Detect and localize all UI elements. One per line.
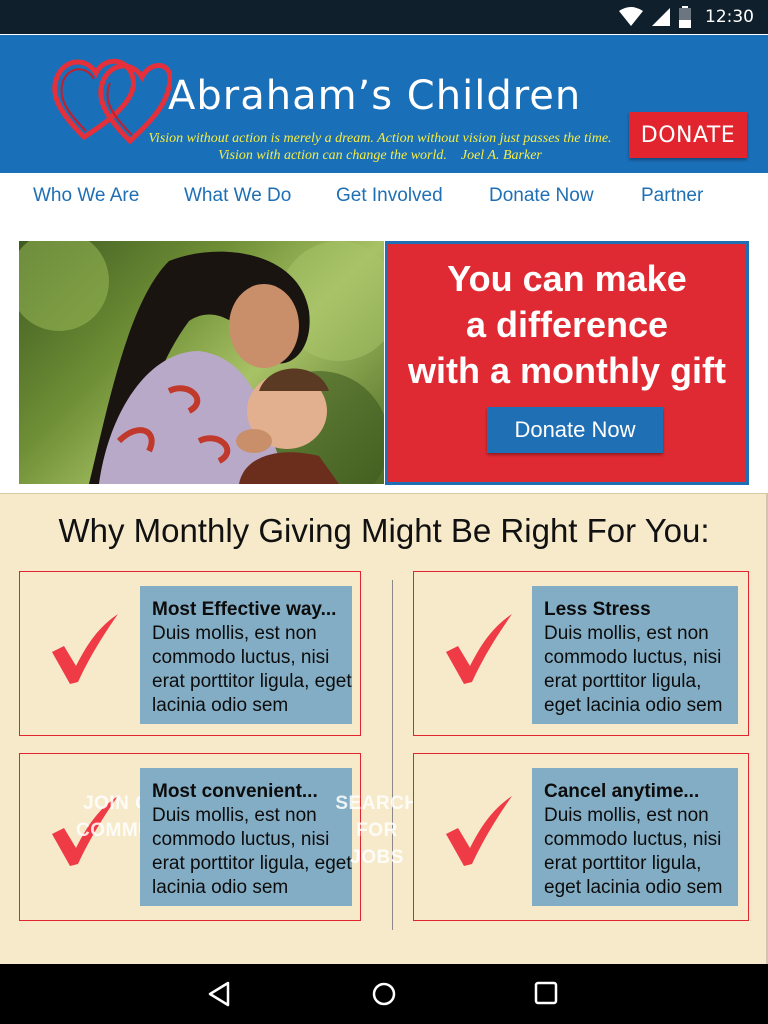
main-nav: Who We Are What We Do Get Involved Donat… xyxy=(0,173,768,219)
hero-photo xyxy=(19,241,384,484)
recents-icon[interactable] xyxy=(534,981,558,1005)
mother-child-photo xyxy=(19,241,384,484)
hero-headline-line-1: You can make xyxy=(447,258,687,299)
benefit-body: Duis mollis, est non commodo luctus, nis… xyxy=(544,623,723,716)
benefit-body: Duis mollis, est non commodo luctus, nis… xyxy=(152,623,352,716)
site-title[interactable]: Abraham’s Children xyxy=(168,73,581,119)
benefit-body: Duis mollis, est non commodo luctus, nis… xyxy=(544,805,723,898)
checkmark-icon xyxy=(446,614,512,684)
nav-partner[interactable]: Partner xyxy=(641,185,703,207)
tagline-line-1: Vision without action is merely a dream.… xyxy=(148,131,612,146)
nav-donate-now[interactable]: Donate Now xyxy=(489,185,594,207)
benefit-heading: Most convenient... xyxy=(152,781,318,802)
donate-button[interactable]: DONATE xyxy=(629,112,747,158)
tagline: Vision without action is merely a dream.… xyxy=(110,130,650,164)
benefit-card: Most Effective way... Duis mollis, est n… xyxy=(19,571,361,736)
benefit-heading: Most Effective way... xyxy=(152,599,337,620)
benefit-card: Cancel anytime... Duis mollis, est non c… xyxy=(413,753,749,921)
benefit-text: Cancel anytime... Duis mollis, est non c… xyxy=(532,768,738,906)
wifi-icon xyxy=(619,7,643,26)
hero-headline-line-3: with a monthly gift xyxy=(408,350,726,391)
why-monthly-section: Why Monthly Giving Might Be Right For Yo… xyxy=(0,493,768,964)
benefit-text: Most Effective way... Duis mollis, est n… xyxy=(140,586,352,724)
hero-headline-line-2: a difference xyxy=(465,304,669,345)
signal-icon xyxy=(652,8,670,26)
section-title: Why Monthly Giving Might Be Right For Yo… xyxy=(58,512,710,549)
hero-donate-now-button[interactable]: Donate Now xyxy=(487,407,663,453)
benefit-heading: Less Stress xyxy=(544,599,651,620)
checkmark-icon xyxy=(52,614,118,684)
benefit-body: Duis mollis, est non commodo luctus, nis… xyxy=(152,805,352,898)
benefit-heading: Cancel anytime... xyxy=(544,781,700,802)
back-icon[interactable] xyxy=(206,981,232,1007)
status-bar: 12:30 xyxy=(0,0,768,34)
hero-headline: You can make a difference with a monthly… xyxy=(388,256,746,394)
benefit-card: JOIN OUR COMMUNITY Most convenient... Du… xyxy=(19,753,418,921)
column-divider xyxy=(392,580,393,930)
tagline-line-2: Vision with action can change the world.… xyxy=(218,148,542,163)
nav-what-we-do[interactable]: What We Do xyxy=(184,185,291,207)
site-header: Abraham’s Children Vision without action… xyxy=(0,35,768,173)
nav-who-we-are[interactable]: Who We Are xyxy=(33,185,139,207)
home-icon[interactable] xyxy=(371,981,397,1007)
battery-icon xyxy=(679,6,691,28)
status-time: 12:30 xyxy=(705,7,754,27)
system-nav-bar xyxy=(0,964,768,1024)
checkmark-icon xyxy=(446,796,512,866)
benefit-text: Less Stress Duis mollis, est non commodo… xyxy=(532,586,738,724)
benefit-card: Less Stress Duis mollis, est non commodo… xyxy=(413,571,749,736)
search-jobs-overlay[interactable]: SEARCH FOR JOBS xyxy=(332,790,422,871)
hero-panel: You can make a difference with a monthly… xyxy=(385,241,749,485)
nav-get-involved[interactable]: Get Involved xyxy=(336,185,443,207)
benefit-text: Most convenient... Duis mollis, est non … xyxy=(140,768,352,906)
